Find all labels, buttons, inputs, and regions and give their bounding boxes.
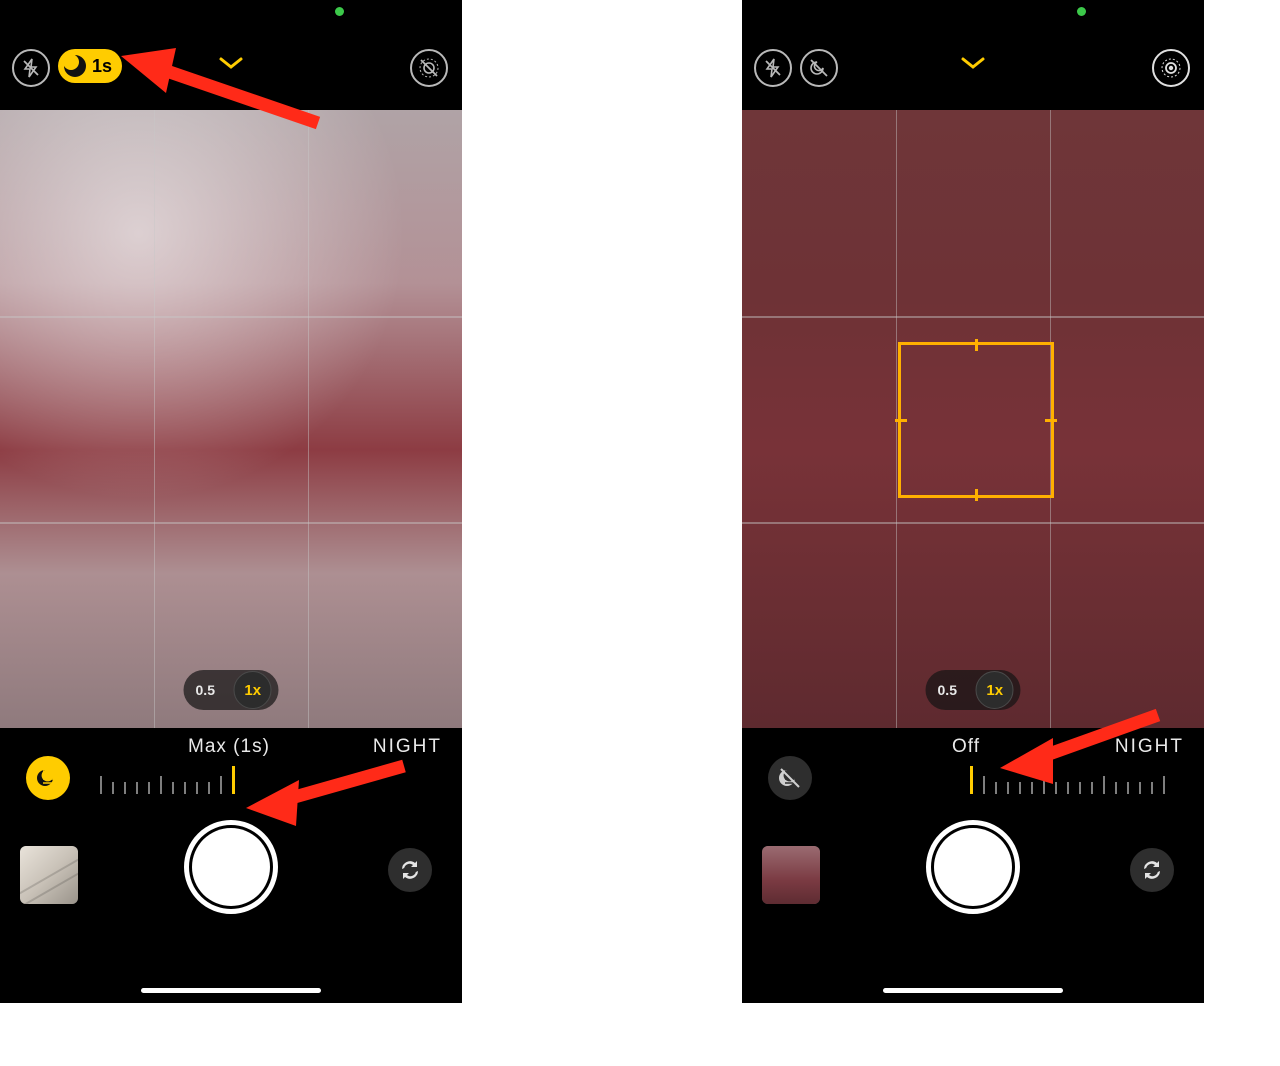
exposure-slider-label: Off <box>952 736 980 758</box>
exposure-slider-label: Max (1s) <box>188 736 270 758</box>
flip-camera-button[interactable] <box>388 848 432 892</box>
camera-active-dot <box>1077 7 1086 16</box>
camera-viewfinder[interactable]: 0.5 1x <box>0 110 462 728</box>
comparison-stage: 1s 0.5 1x <box>0 0 1280 1066</box>
camera-bottom-controls: Max (1s) NIGHT <box>0 728 462 1003</box>
zoom-switcher[interactable]: 0.5 1x <box>184 670 279 710</box>
focus-box[interactable] <box>898 342 1054 498</box>
moon-icon <box>64 55 86 77</box>
chevron-down-icon[interactable] <box>959 54 987 77</box>
zoom-switcher[interactable]: 0.5 1x <box>926 670 1021 710</box>
exposure-slider[interactable] <box>970 770 1175 794</box>
live-photo-icon[interactable] <box>1152 49 1190 87</box>
live-photo-off-icon[interactable] <box>410 49 448 87</box>
shutter-button[interactable] <box>934 828 1012 906</box>
last-photo-thumbnail[interactable] <box>20 846 78 904</box>
camera-active-dot <box>335 7 344 16</box>
zoom-1x-button[interactable]: 1x <box>234 671 272 709</box>
zoom-1x-button[interactable]: 1x <box>976 671 1014 709</box>
camera-topbar <box>742 42 1204 90</box>
moon-icon <box>35 765 61 791</box>
camera-mode-label: NIGHT <box>373 736 442 758</box>
night-badge-label: 1s <box>92 56 112 77</box>
flip-camera-icon <box>397 857 423 883</box>
camera-mode-label: NIGHT <box>1115 736 1184 758</box>
home-indicator[interactable] <box>883 988 1063 993</box>
flash-off-icon[interactable] <box>12 49 50 87</box>
camera-viewfinder[interactable]: 0.5 1x <box>742 110 1204 728</box>
slider-marker <box>232 766 235 794</box>
viewfinder-image <box>0 110 462 728</box>
camera-topbar: 1s <box>0 42 462 90</box>
zoom-wide-button[interactable]: 0.5 <box>932 675 962 705</box>
shutter-button[interactable] <box>192 828 270 906</box>
slider-marker <box>970 766 973 794</box>
moon-off-icon <box>777 765 803 791</box>
chevron-down-icon[interactable] <box>217 54 245 77</box>
last-photo-thumbnail[interactable] <box>762 846 820 904</box>
night-mode-toggle[interactable] <box>26 756 70 800</box>
camera-bottom-controls: Off NIGHT <box>742 728 1204 1003</box>
flash-off-icon[interactable] <box>754 49 792 87</box>
phone-screenshot-left: 1s 0.5 1x <box>0 0 462 1003</box>
night-mode-off-icon[interactable] <box>800 49 838 87</box>
night-mode-badge[interactable]: 1s <box>58 49 122 83</box>
exposure-slider[interactable] <box>100 770 245 794</box>
night-mode-toggle[interactable] <box>768 756 812 800</box>
zoom-wide-button[interactable]: 0.5 <box>190 675 220 705</box>
flip-camera-button[interactable] <box>1130 848 1174 892</box>
phone-screenshot-right: 0.5 1x Off NIGHT <box>742 0 1204 1003</box>
flip-camera-icon <box>1139 857 1165 883</box>
home-indicator[interactable] <box>141 988 321 993</box>
